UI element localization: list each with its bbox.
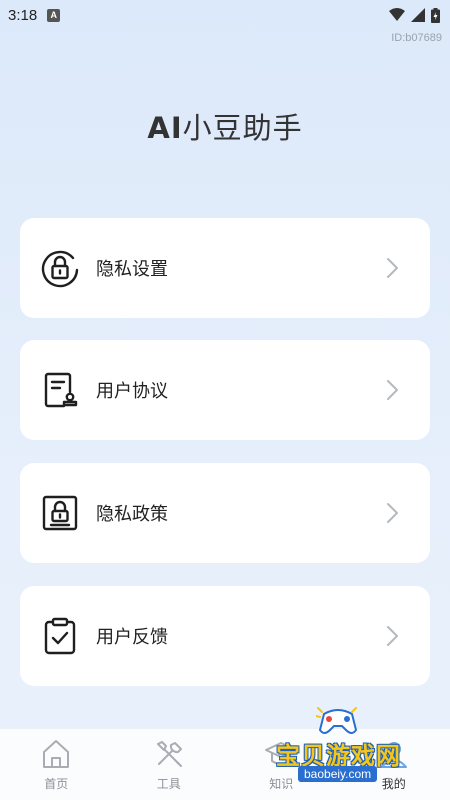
menu-item-user-agreement[interactable]: 用户协议: [20, 340, 430, 440]
tab-label: 工具: [156, 777, 181, 791]
tools-icon: [156, 741, 182, 767]
watermark-logo: 宝贝游戏网 baobeiy.com: [270, 700, 430, 790]
menu-item-label: 用户协议: [96, 381, 168, 402]
watermark-url: baobeiy.com: [298, 766, 378, 782]
menu-item-user-feedback[interactable]: 用户反馈: [20, 586, 430, 686]
battery-icon: [431, 7, 440, 23]
gamepad-icon: [316, 707, 358, 734]
clipboard-check-icon: [40, 616, 80, 656]
chevron-right-icon: [387, 626, 398, 646]
status-icons: [389, 7, 440, 23]
home-icon: [43, 740, 70, 768]
signal-icon: [411, 8, 425, 22]
app-title-rest: 小豆助手: [182, 111, 303, 145]
app-title-prefix: AI: [147, 111, 183, 145]
tab-home[interactable]: 首页: [0, 729, 113, 800]
status-time: 3:18: [8, 6, 38, 24]
lock-circle-icon: [40, 248, 80, 288]
wifi-icon: [389, 8, 405, 21]
app-title: AI小豆助手: [0, 105, 450, 147]
menu-item-privacy-settings[interactable]: 隐私设置: [20, 218, 430, 318]
document-stamp-icon: [40, 370, 80, 410]
chevron-right-icon: [387, 503, 398, 523]
tab-label: 首页: [44, 777, 69, 791]
status-bar: 3:18 A: [0, 0, 450, 30]
menu-item-label: 隐私设置: [96, 259, 168, 280]
menu-item-privacy-policy[interactable]: 隐私政策: [20, 463, 430, 563]
lock-document-icon: [40, 493, 80, 533]
chevron-right-icon: [387, 258, 398, 278]
menu-item-label: 用户反馈: [96, 627, 168, 648]
tab-tools[interactable]: 工具: [113, 729, 226, 800]
device-id-label: ID:b07689: [391, 32, 442, 44]
chevron-right-icon: [387, 380, 398, 400]
notification-badge: A: [47, 8, 61, 22]
menu-item-label: 隐私政策: [96, 504, 168, 525]
